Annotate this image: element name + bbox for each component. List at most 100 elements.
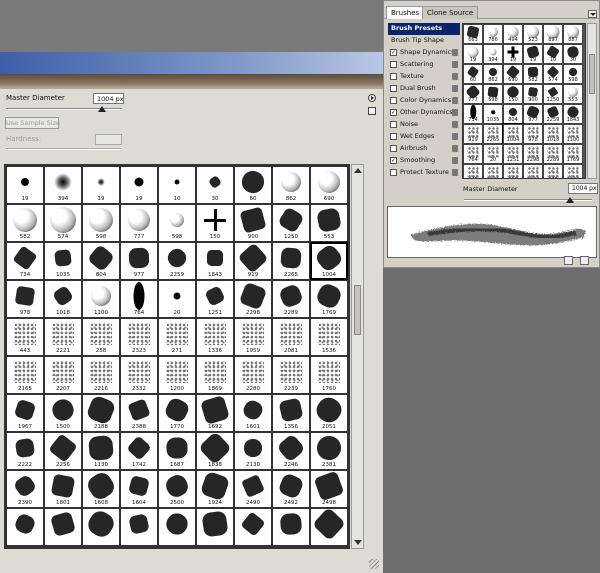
preset-cell[interactable]: 734	[463, 104, 483, 124]
brush-cell[interactable]: 60	[234, 166, 272, 204]
brush-cell[interactable]: 919	[234, 242, 272, 280]
preset-cell[interactable]: 887	[563, 24, 583, 44]
delete-brush-icon[interactable]	[580, 256, 589, 265]
picker-menu-button[interactable]	[368, 94, 376, 102]
brush-option-brush-presets[interactable]: Brush Presets	[388, 23, 460, 35]
checkbox[interactable]	[390, 121, 397, 128]
brush-cell[interactable]: 2222	[6, 432, 44, 470]
brush-cell[interactable]: 862	[272, 166, 310, 204]
brush-cell[interactable]: 2492	[272, 470, 310, 508]
preset-cell[interactable]: 523	[523, 24, 543, 44]
brush-cell[interactable]: 1742	[120, 432, 158, 470]
brush-cell[interactable]	[82, 508, 120, 546]
preset-cell[interactable]: 977	[523, 104, 543, 124]
brush-cell[interactable]: 598	[82, 204, 120, 242]
brush-cell[interactable]: 1100	[82, 280, 120, 318]
checkbox[interactable]	[390, 97, 397, 104]
brush-grid-scrollbar[interactable]	[351, 164, 364, 549]
brush-cell[interactable]: 394	[44, 166, 82, 204]
brush-cell[interactable]: 1924	[196, 470, 234, 508]
preset-cell[interactable]: 598	[563, 64, 583, 84]
brush-cell[interactable]	[158, 508, 196, 546]
preset-cell[interactable]: 19	[523, 44, 543, 64]
brush-cell[interactable]: 30	[196, 166, 234, 204]
brush-cell[interactable]: 1869	[196, 356, 234, 394]
brush-cell[interactable]	[272, 508, 310, 546]
brush-cell[interactable]: 553	[310, 204, 348, 242]
brush-cell[interactable]: 19	[120, 166, 158, 204]
brush-cell[interactable]: 1604	[120, 470, 158, 508]
brush-option-dual-brush[interactable]: Dual Brush	[388, 83, 460, 95]
checkbox[interactable]	[390, 145, 397, 152]
presets-scrollbar[interactable]	[587, 23, 597, 179]
preset-cell[interactable]: 258	[503, 164, 523, 178]
brush-cell[interactable]: 1250	[272, 204, 310, 242]
preset-cell[interactable]: 19	[503, 44, 523, 64]
brush-option-smoothing[interactable]: ✓ Smoothing	[388, 155, 460, 167]
brush-cell[interactable]: 20	[158, 280, 196, 318]
preset-cell[interactable]: 862	[483, 64, 503, 84]
brush-cell[interactable]: 2216	[82, 356, 120, 394]
preset-cell[interactable]: 150	[503, 84, 523, 104]
lock-icon[interactable]	[452, 97, 458, 104]
tab-clone-source[interactable]: Clone Source	[422, 6, 479, 19]
brush-option-brush-tip-shape[interactable]: Brush Tip Shape	[388, 35, 460, 47]
brush-cell[interactable]	[120, 508, 158, 546]
preset-cell[interactable]: 2323	[523, 164, 543, 178]
brush-cell[interactable]: 1843	[196, 242, 234, 280]
brush-cell[interactable]: 1769	[310, 280, 348, 318]
brush-cell[interactable]: 1838	[196, 432, 234, 470]
brush-cell[interactable]: 900	[234, 204, 272, 242]
preset-cell[interactable]: 30	[563, 44, 583, 64]
brush-cell[interactable]: 2051	[310, 394, 348, 432]
brush-cell[interactable]: 1801	[44, 470, 82, 508]
brush-option-noise[interactable]: Noise	[388, 119, 460, 131]
preset-cell[interactable]: 2265	[483, 124, 503, 144]
brush-cell[interactable]	[6, 508, 44, 546]
hardness-slider[interactable]	[6, 148, 122, 150]
use-sample-size-button[interactable]: Use Sample Size	[5, 117, 60, 129]
preset-cell[interactable]: 443	[463, 164, 483, 178]
brush-cell[interactable]: 734	[6, 242, 44, 280]
lock-icon[interactable]	[452, 157, 458, 164]
brush-cell[interactable]: 2188	[82, 394, 120, 432]
lock-icon[interactable]	[452, 85, 458, 92]
brush-option-texture[interactable]: Texture	[388, 71, 460, 83]
brush-cell[interactable]: 1687	[158, 432, 196, 470]
preset-cell[interactable]: 1004	[502, 123, 524, 145]
preset-cell[interactable]: 2221	[483, 164, 503, 178]
preset-cell[interactable]: 690	[503, 64, 523, 84]
preset-cell[interactable]: 804	[503, 104, 523, 124]
preset-cell[interactable]: 663	[463, 24, 483, 44]
brush-cell[interactable]: 777	[120, 204, 158, 242]
hardness-input[interactable]	[95, 134, 122, 145]
checkbox[interactable]: ✓	[390, 49, 397, 56]
brush-option-airbrush[interactable]: Airbrush	[388, 143, 460, 155]
brush-cell[interactable]: 1959	[234, 318, 272, 356]
preset-cell[interactable]: 1336	[563, 164, 583, 178]
brush-cell[interactable]: 804	[82, 242, 120, 280]
presets-scroll-thumb[interactable]	[589, 54, 595, 94]
brush-cell[interactable]: 1760	[310, 356, 348, 394]
brush-cell[interactable]: 2259	[158, 242, 196, 280]
master-diameter-slider-thumb[interactable]	[98, 106, 107, 112]
preset-cell[interactable]: 271	[543, 164, 563, 178]
brush-cell[interactable]: 19	[82, 166, 120, 204]
preset-cell[interactable]: 394	[483, 44, 503, 64]
preset-cell[interactable]: 598	[483, 84, 503, 104]
panel-master-diameter-slider-thumb[interactable]	[566, 197, 575, 203]
checkbox[interactable]	[390, 73, 397, 80]
preset-cell[interactable]: 574	[543, 64, 563, 84]
brush-cell[interactable]: 10	[158, 166, 196, 204]
brush-cell[interactable]: 1608	[82, 470, 120, 508]
brush-cell[interactable]: 2256	[44, 432, 82, 470]
brush-cell[interactable]: 2298	[234, 280, 272, 318]
brush-cell[interactable]	[310, 508, 348, 546]
brush-cell[interactable]: 1967	[6, 394, 44, 432]
brush-cell[interactable]: 1692	[196, 394, 234, 432]
brush-cell[interactable]: 271	[158, 318, 196, 356]
brush-cell[interactable]: 1200	[158, 356, 196, 394]
preset-cell[interactable]: 1769	[563, 144, 583, 164]
brush-cell[interactable]: 2246	[272, 432, 310, 470]
brush-cell[interactable]: 2498	[310, 470, 348, 508]
